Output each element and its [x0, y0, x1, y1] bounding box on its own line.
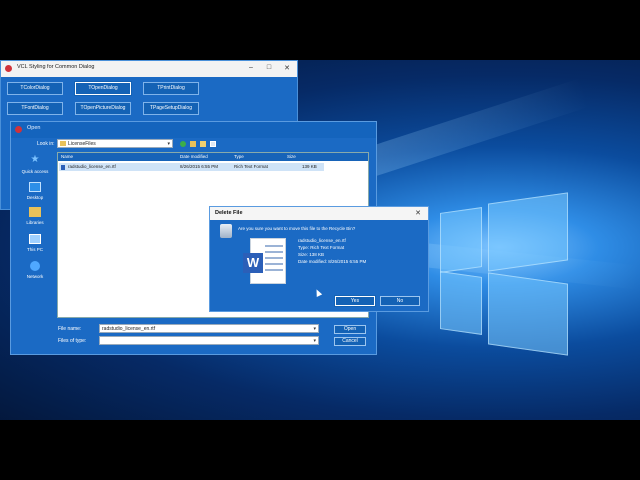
- word-document-icon: W: [243, 238, 286, 284]
- maximize-icon[interactable]: □: [263, 64, 275, 71]
- place-quick-access[interactable]: ★ Quick access: [12, 155, 58, 177]
- no-button[interactable]: No: [380, 296, 420, 306]
- desktop-icon: [29, 182, 41, 192]
- app-icon: [15, 126, 22, 133]
- delete-file-type: Type: Rich Text Format: [298, 245, 345, 250]
- close-icon[interactable]: ✕: [412, 209, 424, 217]
- back-icon[interactable]: [180, 141, 186, 147]
- delete-dialog-title: Delete File: [215, 210, 243, 216]
- column-date-modified[interactable]: Date modified: [180, 154, 208, 159]
- topenpicturedialog-button[interactable]: TOpenPictureDialog: [75, 102, 131, 115]
- file-name-input[interactable]: radstudio_license_en.rtf ▾: [99, 324, 319, 333]
- column-name[interactable]: Name: [61, 154, 73, 159]
- view-menu-icon[interactable]: [210, 141, 216, 147]
- folder-icon: [60, 141, 66, 146]
- new-folder-icon[interactable]: [200, 141, 206, 147]
- look-in-combo[interactable]: LicenseFiles ▾: [57, 139, 173, 148]
- windows-logo-pane: [488, 272, 568, 356]
- file-list-header: Name Date modified Type Size: [58, 153, 368, 161]
- delete-file-date: Date modified: 8/26/2015 6:55 PM: [298, 259, 367, 264]
- place-label: Network: [26, 274, 44, 279]
- column-size[interactable]: Size: [287, 154, 296, 159]
- look-in-label: Look in:: [37, 141, 55, 147]
- place-libraries[interactable]: Libraries: [12, 205, 58, 227]
- place-desktop[interactable]: Desktop: [12, 180, 58, 202]
- file-date-cell: 8/26/2015 6:55 PM: [180, 164, 219, 169]
- recycle-bin-icon: [220, 224, 232, 238]
- delete-question: Are you sure you want to move this file …: [238, 226, 356, 231]
- delete-titlebar[interactable]: Delete File ✕: [210, 207, 428, 220]
- file-size-cell: 139 KB: [302, 164, 317, 169]
- windows-logo-pane: [440, 271, 482, 335]
- file-name-label: File name:: [58, 326, 82, 332]
- chevron-down-icon[interactable]: ▾: [313, 325, 316, 333]
- tfontdialog-button[interactable]: TFontDialog: [7, 102, 63, 115]
- place-label: Quick access: [21, 169, 49, 174]
- place-this-pc[interactable]: This PC: [12, 232, 58, 254]
- place-label: Libraries: [26, 220, 44, 225]
- table-row[interactable]: radstudio_license_en.rtf 8/26/2015 6:55 …: [59, 163, 324, 171]
- tprintdialog-button[interactable]: TPrintDialog: [143, 82, 199, 95]
- tpagesetupdialog-button[interactable]: TPageSetupDialog: [143, 102, 199, 115]
- windows-logo-pane: [440, 207, 482, 273]
- main-titlebar[interactable]: VCL Styling for Common Dialog – □ ✕: [1, 61, 297, 77]
- word-w-icon: W: [243, 253, 263, 273]
- minimize-icon[interactable]: –: [245, 64, 257, 71]
- main-window-title: VCL Styling for Common Dialog: [17, 64, 95, 70]
- place-network[interactable]: Network: [12, 259, 58, 281]
- file-name-value: radstudio_license_en.rtf: [102, 326, 156, 332]
- file-name-cell: radstudio_license_en.rtf: [68, 164, 116, 169]
- files-of-type-select[interactable]: ▾: [99, 336, 319, 345]
- up-folder-icon[interactable]: [190, 141, 196, 147]
- place-label: This PC: [26, 247, 43, 252]
- windows-logo-pane: [488, 192, 568, 272]
- libraries-icon: [29, 207, 41, 217]
- tcolordialog-button[interactable]: TColorDialog: [7, 82, 63, 95]
- delete-file-name: radstudio_license_en.rtf: [298, 238, 346, 243]
- chevron-down-icon[interactable]: ▾: [313, 337, 316, 345]
- yes-button[interactable]: Yes: [334, 295, 376, 307]
- open-dialog-title: Open: [27, 125, 41, 131]
- chevron-down-icon: ▾: [167, 141, 170, 147]
- app-icon: [5, 65, 12, 72]
- rtf-file-icon: [61, 164, 65, 170]
- files-of-type-label: Files of type:: [58, 338, 87, 344]
- cancel-button[interactable]: Cancel: [334, 337, 366, 346]
- network-icon: [30, 261, 40, 271]
- open-button[interactable]: Open: [334, 325, 366, 334]
- close-icon[interactable]: ✕: [281, 64, 293, 72]
- look-in-value: LicenseFiles: [68, 141, 96, 147]
- computer-icon: [29, 234, 41, 244]
- open-titlebar[interactable]: Open: [11, 122, 376, 138]
- delete-file-size: Size: 138 KB: [298, 252, 325, 257]
- place-label: Desktop: [26, 195, 44, 200]
- column-type[interactable]: Type: [234, 154, 244, 159]
- file-type-cell: Rich Text Format: [234, 164, 268, 169]
- topendialog-button[interactable]: TOpenDialog: [74, 81, 132, 96]
- star-icon: ★: [30, 154, 40, 165]
